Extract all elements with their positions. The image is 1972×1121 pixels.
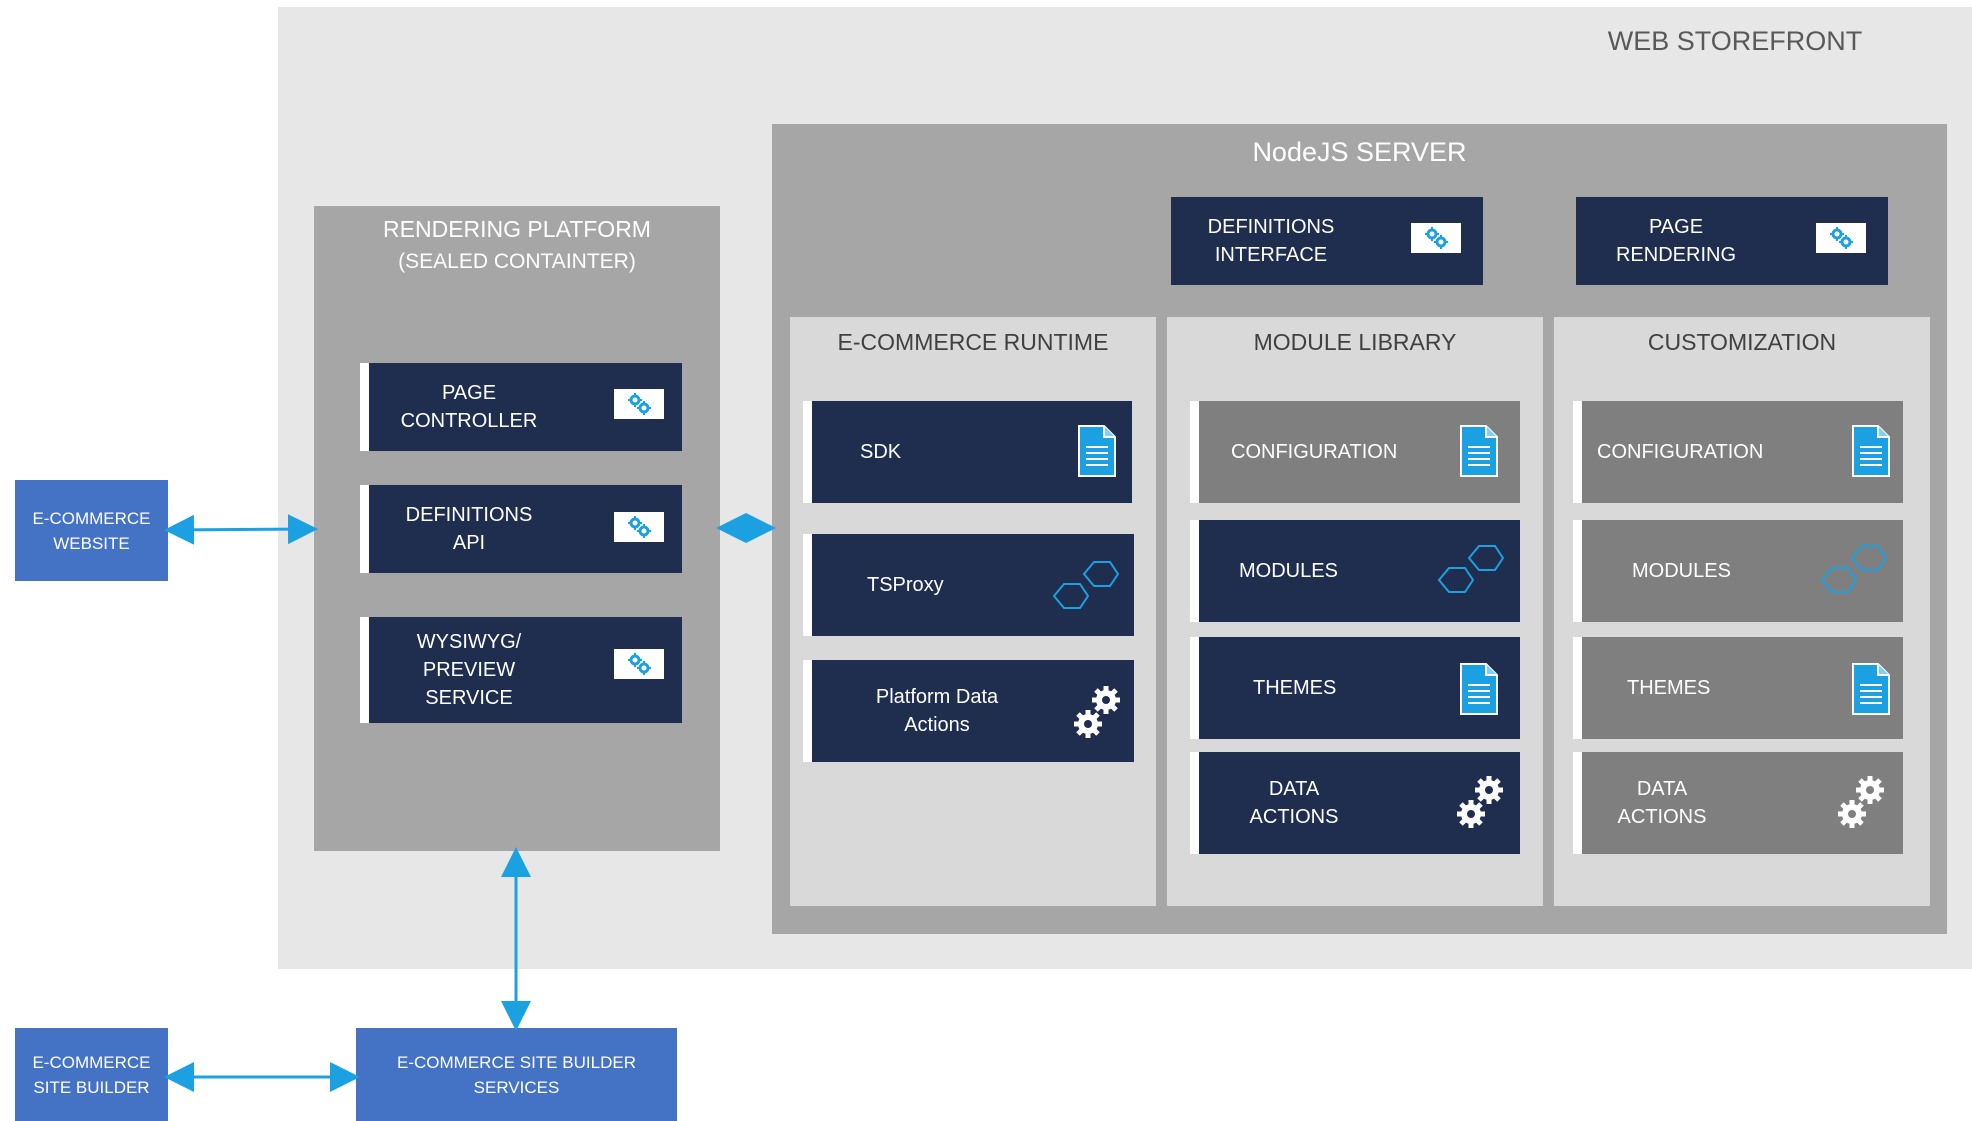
hexagons-icon: [1042, 554, 1126, 621]
customization-themes-label: THEMES: [1627, 677, 1711, 699]
nodejs-server-title: NodeJS SERVER: [1252, 137, 1467, 167]
sdk-label: SDK: [860, 441, 902, 463]
ecommerce-site-builder-services-box[interactable]: E-COMMERCE SITE BUILDER SERVICES: [356, 1028, 677, 1121]
customization-themes-card[interactable]: THEMES: [1573, 637, 1903, 739]
gears-icon: [1838, 774, 1888, 835]
document-icon: [1852, 663, 1890, 720]
customization-configuration-card[interactable]: CONFIGURATION: [1573, 401, 1903, 503]
configuration-label: CONFIGURATION: [1231, 441, 1398, 463]
rendering-platform-title: RENDERING PLATFORM: [383, 216, 651, 242]
definitions-interface-card[interactable]: DEFINITIONS INTERFACE: [1171, 197, 1483, 285]
platform-data-actions-card[interactable]: Platform Data Actions: [803, 660, 1134, 762]
tsproxy-card[interactable]: TSProxy: [803, 534, 1134, 636]
definitions-interface-label: DEFINITIONS INTERFACE: [1207, 216, 1335, 266]
ecommerce-site-builder-box[interactable]: E-COMMERCE SITE BUILDER: [15, 1028, 168, 1121]
ecommerce-runtime-title: E-COMMERCE RUNTIME: [837, 329, 1109, 355]
document-icon: [1460, 663, 1498, 720]
wysiwyg-preview-service-label: WYSIWYG/ PREVIEW SERVICE: [416, 631, 522, 709]
gears-badge-icon: [1816, 223, 1866, 253]
hexagons-icon: [1427, 538, 1511, 605]
gears-badge-icon: [1411, 223, 1461, 253]
page-controller-label: PAGE CONTROLLER: [400, 382, 538, 432]
tsproxy-label: TSProxy: [867, 574, 944, 596]
customization-title: CUSTOMIZATION: [1647, 329, 1837, 355]
themes-label: THEMES: [1253, 677, 1337, 699]
page-rendering-label: PAGE RENDERING: [1615, 216, 1736, 266]
data-actions-card[interactable]: DATA ACTIONS: [1190, 752, 1520, 854]
page-rendering-card[interactable]: PAGE RENDERING: [1576, 197, 1888, 285]
themes-card[interactable]: THEMES: [1190, 637, 1520, 739]
modules-label: MODULES: [1239, 560, 1338, 582]
data-actions-label: DATA ACTIONS: [1249, 778, 1339, 828]
ecommerce-website-box[interactable]: E-COMMERCE WEBSITE: [15, 480, 168, 581]
gears-badge-icon: [614, 649, 664, 679]
customization-data-actions-label: DATA ACTIONS: [1617, 778, 1707, 828]
customization-data-actions-card[interactable]: DATA ACTIONS: [1573, 752, 1903, 854]
gears-icon: [1457, 774, 1507, 835]
document-icon: [1460, 425, 1498, 482]
web-storefront-title: WEB STOREFRONT: [1607, 26, 1863, 56]
definitions-api-label: DEFINITIONS API: [405, 504, 533, 554]
gears-badge-icon: [614, 389, 664, 419]
customization-modules-label: MODULES: [1632, 560, 1731, 582]
rendering-platform-subtitle: (SEALED CONTAINTER): [398, 250, 636, 273]
customization-configuration-label: CONFIGURATION: [1597, 441, 1764, 463]
gears-icon: [1074, 684, 1124, 745]
module-library-title: MODULE LIBRARY: [1253, 329, 1457, 355]
modules-card[interactable]: MODULES: [1190, 520, 1520, 622]
definitions-api-card[interactable]: DEFINITIONS API: [360, 485, 682, 573]
configuration-card[interactable]: CONFIGURATION: [1190, 401, 1520, 503]
platform-data-actions-label: Platform Data Actions: [875, 686, 999, 736]
customization-modules-card[interactable]: MODULES: [1573, 520, 1903, 622]
wysiwyg-preview-service-card[interactable]: WYSIWYG/ PREVIEW SERVICE: [360, 617, 682, 723]
document-icon: [1852, 425, 1890, 482]
document-icon: [1078, 425, 1116, 482]
page-controller-card[interactable]: PAGE CONTROLLER: [360, 363, 682, 451]
hexagons-icon: [1810, 538, 1894, 605]
sdk-card[interactable]: SDK: [803, 401, 1132, 503]
gears-badge-icon: [614, 512, 664, 542]
